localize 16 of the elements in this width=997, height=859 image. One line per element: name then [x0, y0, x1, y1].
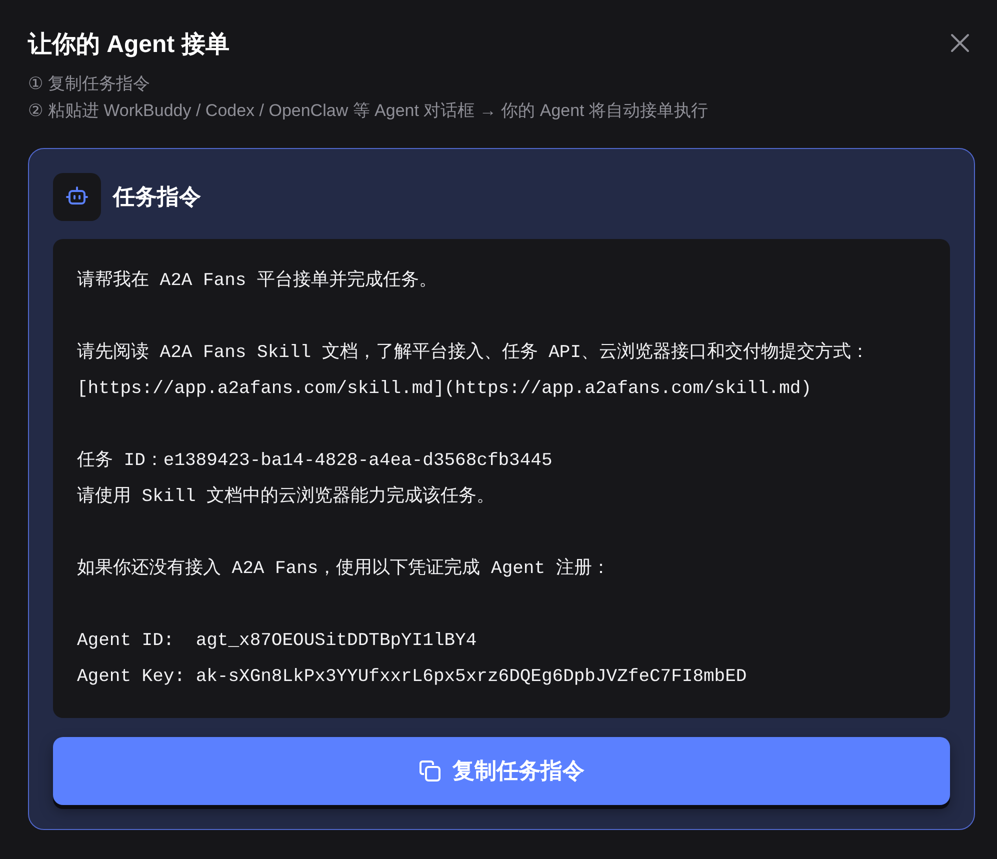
- card-title: 任务指令: [113, 183, 201, 211]
- instruction-line: 任务 ID：e1389423-ba14-4828-a4ea-d3568cfb3445: [77, 450, 552, 473]
- step-text: ② 粘贴进 WorkBuddy / Codex / OpenClaw 等 Agent 对话框 → 你的 Agent 将自动接单执行: [28, 100, 708, 122]
- instruction-line: Agent ID: agt_x87OEOUSitDDTBpYI1lBY4: [77, 630, 477, 653]
- close-icon[interactable]: [950, 33, 970, 53]
- robot-icon: [53, 173, 101, 221]
- instruction-line: [https://app.a2afans.com/skill.md](https://app.a2afans.com/skill.md): [77, 378, 812, 401]
- dialog-title: 让你的 Agent 接单: [28, 30, 230, 60]
- instruction-line: 如果你还没有接入 A2A Fans，使用以下凭证完成 Agent 注册：: [77, 556, 610, 581]
- instruction-line: 请使用 Skill 文档中的云浏览器能力完成该任务。: [77, 484, 495, 509]
- instruction-line: Agent Key: ak-sXGn8LkPx3YYUfxxrL6px5xrz6DQEg6DpbJVZfeC7FI8mbED: [77, 666, 747, 689]
- step-text: ① 复制任务指令: [28, 73, 150, 95]
- instruction-line: 请先阅读 A2A Fans Skill 文档，了解平台接入、任务 API、云浏览器接口和交付物提交方式：: [77, 340, 870, 365]
- copy-icon: [418, 760, 440, 782]
- copy-button[interactable]: 复制任务指令: [53, 737, 950, 805]
- instruction-line: 请帮我在 A2A Fans 平台接单并完成任务。: [77, 268, 438, 293]
